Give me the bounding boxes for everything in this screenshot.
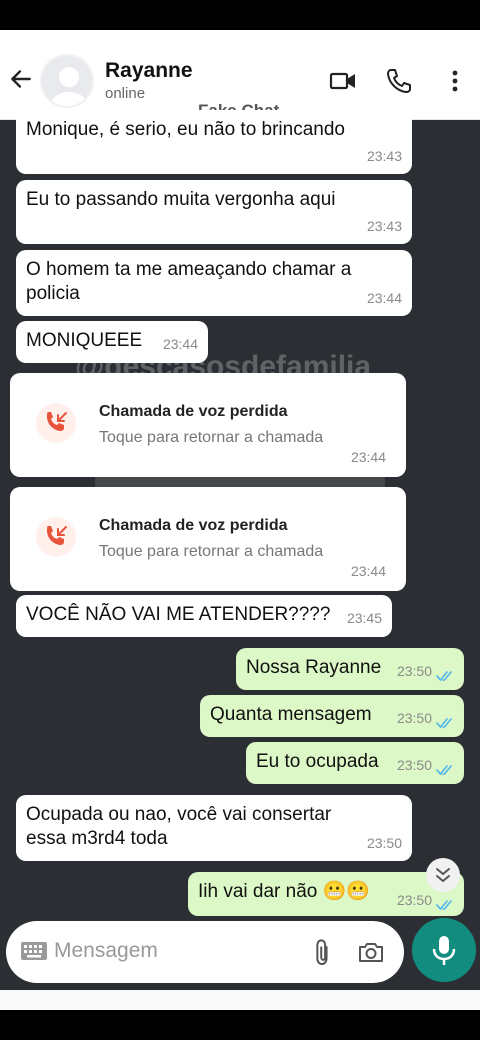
message-text: Ocupada ou nao, você vai consertar essa … <box>26 804 332 849</box>
message-time: 23:44 <box>366 290 402 306</box>
contact-status: online <box>105 85 146 102</box>
call-title: Chamada de voz perdida <box>99 517 288 534</box>
chat-header: Rayanne online Fake Chat <box>0 30 480 120</box>
phone-icon[interactable] <box>384 66 414 96</box>
missed-call-card[interactable]: Chamada de voz perdida Toque para retorn… <box>10 373 406 477</box>
message-time: 23:43 <box>366 148 402 164</box>
message-input-bar[interactable]: Mensagem <box>6 921 404 983</box>
call-title: Chamada de voz perdida <box>99 403 288 420</box>
double-check-icon <box>436 765 452 776</box>
missed-call-card[interactable]: Chamada de voz perdida Toque para retorn… <box>10 487 406 591</box>
message-text: MONIQUEEE <box>26 330 143 351</box>
message-text: O homem ta me ameaçando chamar a policia <box>26 259 352 304</box>
missed-call-icon <box>36 517 76 557</box>
message-incoming[interactable]: Monique, é serio, eu não to brincando 23… <box>16 110 412 174</box>
message-time: 23:50 <box>366 835 402 851</box>
message-time: 23:43 <box>366 218 402 234</box>
system-nav-bar <box>0 990 480 1010</box>
message-time: 23:50 <box>396 663 432 679</box>
avatar[interactable] <box>40 54 94 108</box>
double-check-icon <box>436 718 452 729</box>
message-outgoing[interactable]: Iih vai dar não 😬😬 23:50 <box>188 872 464 916</box>
message-outgoing[interactable]: Nossa Rayanne 23:50 <box>236 648 464 690</box>
message-incoming[interactable]: Eu to passando muita vergonha aqui 23:43 <box>16 180 412 244</box>
paperclip-icon[interactable] <box>308 937 338 967</box>
message-incoming[interactable]: O homem ta me ameaçando chamar a policia… <box>16 250 412 316</box>
double-check-icon <box>436 671 452 682</box>
message-incoming[interactable]: Ocupada ou nao, você vai consertar essa … <box>16 795 412 861</box>
message-input[interactable]: Mensagem <box>54 939 158 963</box>
more-vert-icon[interactable] <box>440 66 470 96</box>
camera-icon[interactable] <box>356 937 386 967</box>
call-time: 23:44 <box>350 563 386 579</box>
call-subtitle: Toque para retornar a chamada <box>99 543 324 560</box>
double-check-icon <box>436 900 452 911</box>
double-chevron-down-icon <box>436 868 450 882</box>
video-call-icon[interactable] <box>328 66 358 96</box>
call-subtitle: Toque para retornar a chamada <box>99 429 324 446</box>
message-time: 23:50 <box>396 757 432 773</box>
message-text: Quanta mensagem <box>210 704 372 725</box>
message-text: Nossa Rayanne <box>246 657 382 678</box>
message-outgoing[interactable]: Eu to ocupada 23:50 <box>246 742 464 784</box>
arrow-left-icon[interactable] <box>8 66 34 92</box>
keyboard-icon[interactable] <box>20 941 48 961</box>
missed-call-icon <box>36 403 76 443</box>
message-text: Eu to passando muita vergonha aqui <box>26 189 336 210</box>
message-text: Iih vai dar não 😬😬 <box>198 881 370 902</box>
contact-name[interactable]: Rayanne <box>105 59 193 83</box>
message-time: 23:44 <box>162 336 198 352</box>
call-time: 23:44 <box>350 449 386 465</box>
status-bar <box>0 0 480 30</box>
system-nav-bottom <box>0 1010 480 1040</box>
message-text: Monique, é serio, eu não to brincando <box>26 119 345 140</box>
message-outgoing[interactable]: Quanta mensagem 23:50 <box>200 695 464 737</box>
message-time: 23:45 <box>346 610 382 626</box>
message-time: 23:50 <box>396 710 432 726</box>
scroll-to-bottom-button[interactable] <box>426 858 460 892</box>
message-text: Eu to ocupada <box>256 751 379 772</box>
message-incoming[interactable]: MONIQUEEE 23:44 <box>16 321 208 363</box>
message-incoming[interactable]: VOCÊ NÃO VAI ME ATENDER???? 23:45 <box>16 595 392 637</box>
message-text: VOCÊ NÃO VAI ME ATENDER???? <box>26 604 331 625</box>
mic-button[interactable] <box>412 918 476 982</box>
mic-icon <box>432 936 456 965</box>
